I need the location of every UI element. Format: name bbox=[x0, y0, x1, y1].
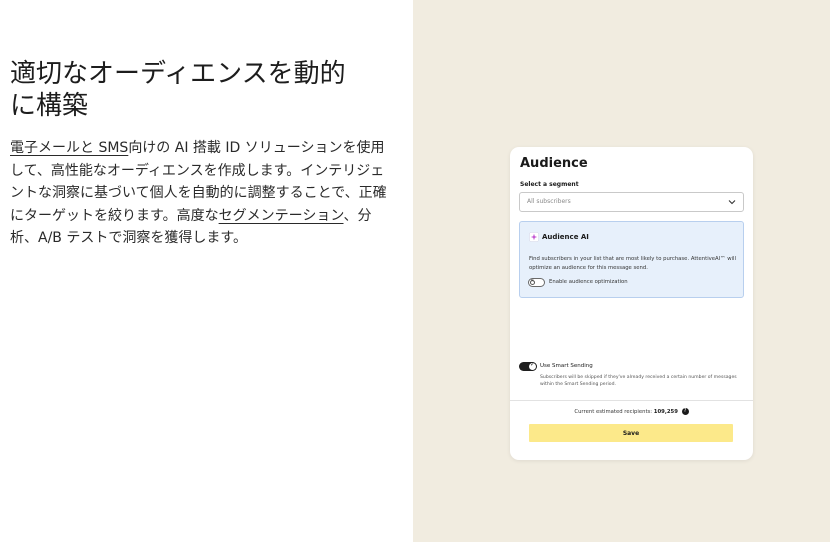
audience-optimization-toggle[interactable]: ✕ bbox=[528, 278, 545, 287]
check-icon: ✓ bbox=[529, 361, 535, 368]
smart-sending-label: Use Smart Sending bbox=[540, 363, 593, 369]
close-icon: ✕ bbox=[530, 278, 535, 284]
hero-description: 電子メールと SMS向けの AI 搭載 ID ソリューションを使用して、高性能な… bbox=[10, 137, 390, 250]
audience-optimization-label: Enable audience optimization bbox=[549, 279, 628, 285]
card-divider bbox=[510, 400, 753, 401]
sparkle-icon bbox=[529, 232, 539, 242]
estimated-recipients: Current estimated recipients: 109,259 ? bbox=[510, 408, 753, 415]
chevron-down-icon bbox=[728, 200, 736, 205]
help-icon[interactable]: ? bbox=[681, 408, 689, 415]
hero-headline: 適切なオーディエンスを動的 に構築 bbox=[10, 58, 390, 122]
audience-title: Audience bbox=[520, 156, 588, 171]
audience-ai-panel: Audience AI Find subscribers in your lis… bbox=[519, 221, 744, 298]
audience-ai-description: Find subscribers in your list that are m… bbox=[529, 256, 736, 271]
recipients-label: Current estimated recipients: bbox=[574, 409, 653, 415]
save-button[interactable]: Save bbox=[529, 424, 733, 442]
audience-card: Audience Select a segment All subscriber… bbox=[510, 147, 753, 460]
segmentation-link[interactable]: セグメンテーション bbox=[219, 208, 344, 224]
segment-select-value: All subscribers bbox=[527, 198, 571, 205]
smart-sending-description: Subscribers will be skipped if they've a… bbox=[540, 375, 737, 387]
recipients-count: 109,259 bbox=[653, 409, 678, 415]
email-sms-link[interactable]: 電子メールと SMS bbox=[10, 140, 128, 156]
hero-section: 適切なオーディエンスを動的 に構築 電子メールと SMS向けの AI 搭載 ID… bbox=[0, 0, 413, 542]
audience-ai-title: Audience AI bbox=[542, 233, 589, 241]
segment-label: Select a segment bbox=[520, 181, 579, 188]
headline-line-2: に構築 bbox=[10, 91, 89, 121]
segment-select[interactable]: All subscribers bbox=[519, 192, 744, 212]
headline-line-1: 適切なオーディエンスを動的 bbox=[10, 59, 346, 89]
smart-sending-toggle[interactable]: ✓ bbox=[519, 361, 537, 371]
